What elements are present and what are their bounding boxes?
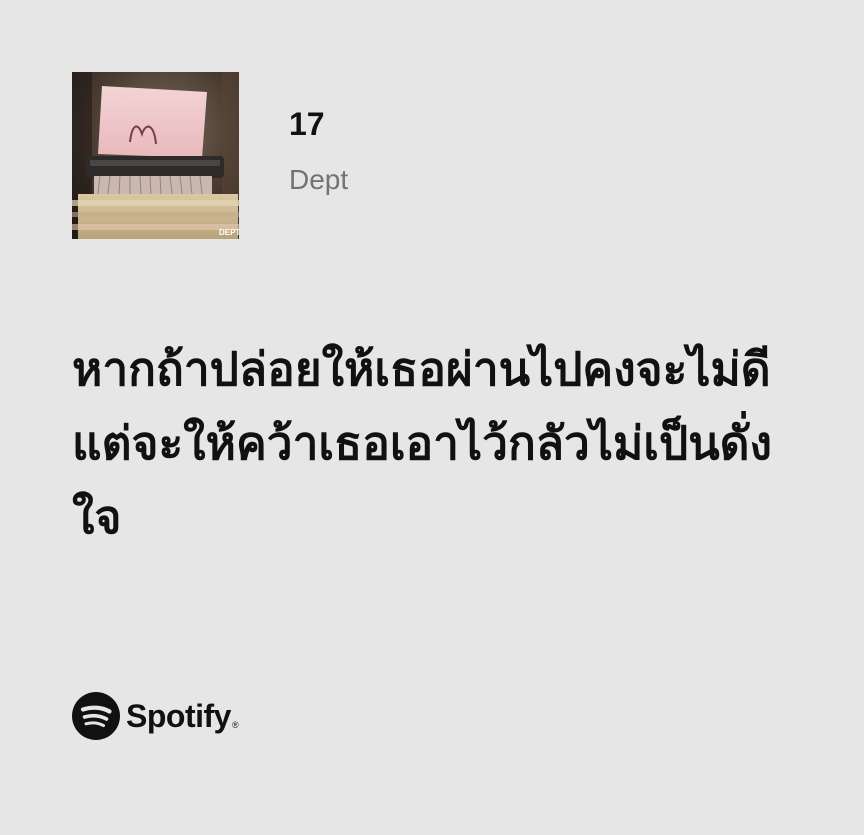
spotify-logo-icon — [72, 692, 120, 740]
track-artist: Dept — [289, 164, 349, 195]
spotify-brand: Spotify ® — [72, 692, 239, 740]
lyrics-block: หากถ้าปล่อยให้เธอผ่านไปคงจะไม่ดี แต่จะให… — [72, 332, 792, 554]
registered-mark: ® — [231, 720, 239, 730]
spotify-wordmark: Spotify — [126, 697, 231, 734]
lyric-line: แต่จะให้คว้าเธอเอาไว้กลัวไม่เป็นดั่งใจ — [72, 416, 772, 544]
album-cover: DEPT — [72, 72, 239, 239]
lyric-line: หากถ้าปล่อยให้เธอผ่านไปคงจะไม่ดี — [72, 342, 771, 396]
track-title: 17 — [289, 106, 325, 142]
cover-label: DEPT — [219, 228, 239, 237]
lyrics-share-card: DEPT 17 Dept หากถ้าปล่อยให้เธอผ่านไปคงจะ… — [0, 0, 864, 835]
album-cover-image: DEPT — [72, 72, 239, 239]
